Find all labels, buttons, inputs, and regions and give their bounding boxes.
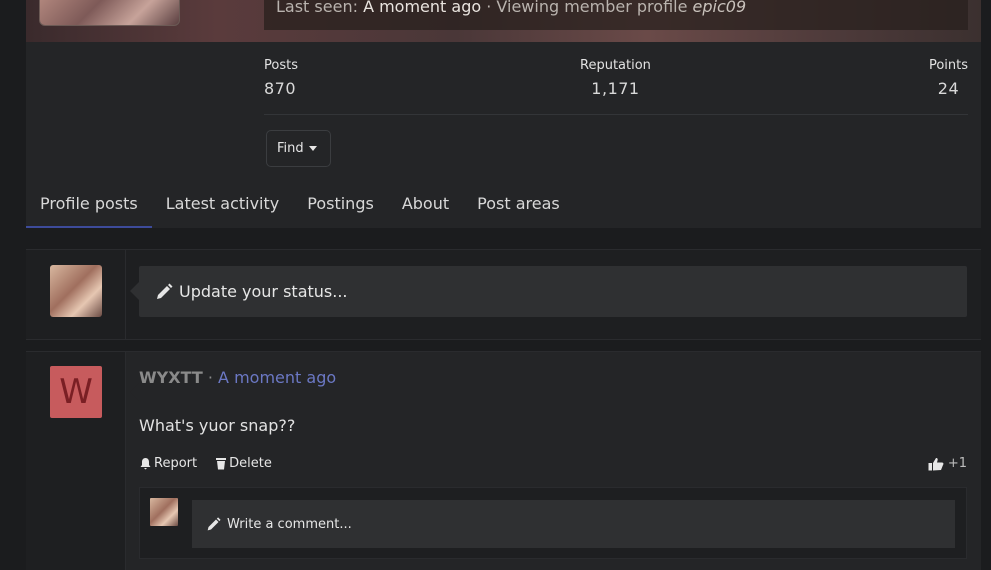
stat-value: 870 bbox=[264, 79, 297, 98]
stat-label: Reputation bbox=[580, 58, 651, 73]
like-button[interactable]: +1 bbox=[928, 456, 967, 471]
report-button[interactable]: Report bbox=[139, 456, 197, 471]
profile-tabs: Profile posts Latest activity Postings A… bbox=[26, 180, 981, 228]
pencil-icon bbox=[206, 516, 221, 532]
status-placeholder: Update your status... bbox=[179, 282, 348, 301]
profile-post: W WYXTT · A moment ago What's yuor snap?… bbox=[26, 351, 981, 570]
meta-separator: · bbox=[207, 368, 213, 387]
thumbs-up-icon bbox=[928, 457, 944, 471]
stat-value: 24 bbox=[937, 79, 960, 98]
trash-icon bbox=[215, 457, 227, 470]
stat-reputation[interactable]: Reputation 1,171 bbox=[580, 58, 651, 98]
stat-points[interactable]: Points 24 bbox=[929, 58, 968, 98]
comment-input[interactable]: Write a comment... bbox=[192, 500, 955, 548]
stat-value: 1,171 bbox=[591, 79, 640, 98]
last-seen-line: Last seen: A moment ago · Viewing member… bbox=[276, 0, 746, 16]
tab-about[interactable]: About bbox=[388, 180, 463, 228]
last-seen-label: Last seen: bbox=[276, 0, 358, 16]
stat-label: Posts bbox=[264, 58, 298, 73]
stat-label: Points bbox=[928, 58, 968, 73]
caret-down-icon bbox=[308, 146, 317, 151]
profile-avatar[interactable] bbox=[39, 0, 180, 26]
post-meta: WYXTT · A moment ago bbox=[139, 368, 336, 387]
post-actions: Report Delete bbox=[139, 456, 272, 471]
tab-post-areas[interactable]: Post areas bbox=[463, 180, 574, 228]
author-avatar[interactable]: W bbox=[50, 366, 102, 418]
post-time[interactable]: A moment ago bbox=[218, 368, 336, 387]
pointer-arrow bbox=[130, 383, 139, 401]
tab-profile-posts[interactable]: Profile posts bbox=[26, 180, 152, 228]
status-update-block: Update your status... bbox=[26, 249, 981, 340]
divider bbox=[264, 114, 968, 115]
report-label: Report bbox=[154, 456, 198, 471]
delete-button[interactable]: Delete bbox=[215, 456, 272, 471]
find-button-label: Find bbox=[277, 141, 304, 156]
stat-posts[interactable]: Posts 870 bbox=[264, 58, 298, 98]
post-author[interactable]: WYXTT bbox=[139, 368, 203, 387]
profile-banner: Last seen: A moment ago · Viewing member… bbox=[26, 0, 981, 42]
last-seen-time: A moment ago bbox=[363, 0, 482, 16]
comment-area: Write a comment... bbox=[139, 487, 967, 559]
find-button[interactable]: Find bbox=[266, 130, 331, 167]
tab-latest-activity[interactable]: Latest activity bbox=[152, 180, 294, 228]
bell-icon bbox=[139, 457, 152, 470]
profile-header: Last seen: A moment ago · Viewing member… bbox=[26, 0, 981, 228]
activity-prefix: · Viewing member profile bbox=[486, 0, 688, 16]
pointer-arrow bbox=[130, 282, 139, 300]
pencil-icon bbox=[155, 283, 173, 301]
avatar[interactable] bbox=[150, 498, 178, 526]
activity-target: epic09 bbox=[692, 0, 747, 16]
tab-postings[interactable]: Postings bbox=[293, 180, 388, 228]
post-text: What's yuor snap?? bbox=[139, 416, 296, 435]
like-count: +1 bbox=[947, 456, 967, 471]
avatar[interactable] bbox=[50, 265, 102, 317]
status-input[interactable]: Update your status... bbox=[139, 266, 967, 317]
delete-label: Delete bbox=[229, 456, 272, 471]
comment-placeholder: Write a comment... bbox=[227, 516, 352, 532]
